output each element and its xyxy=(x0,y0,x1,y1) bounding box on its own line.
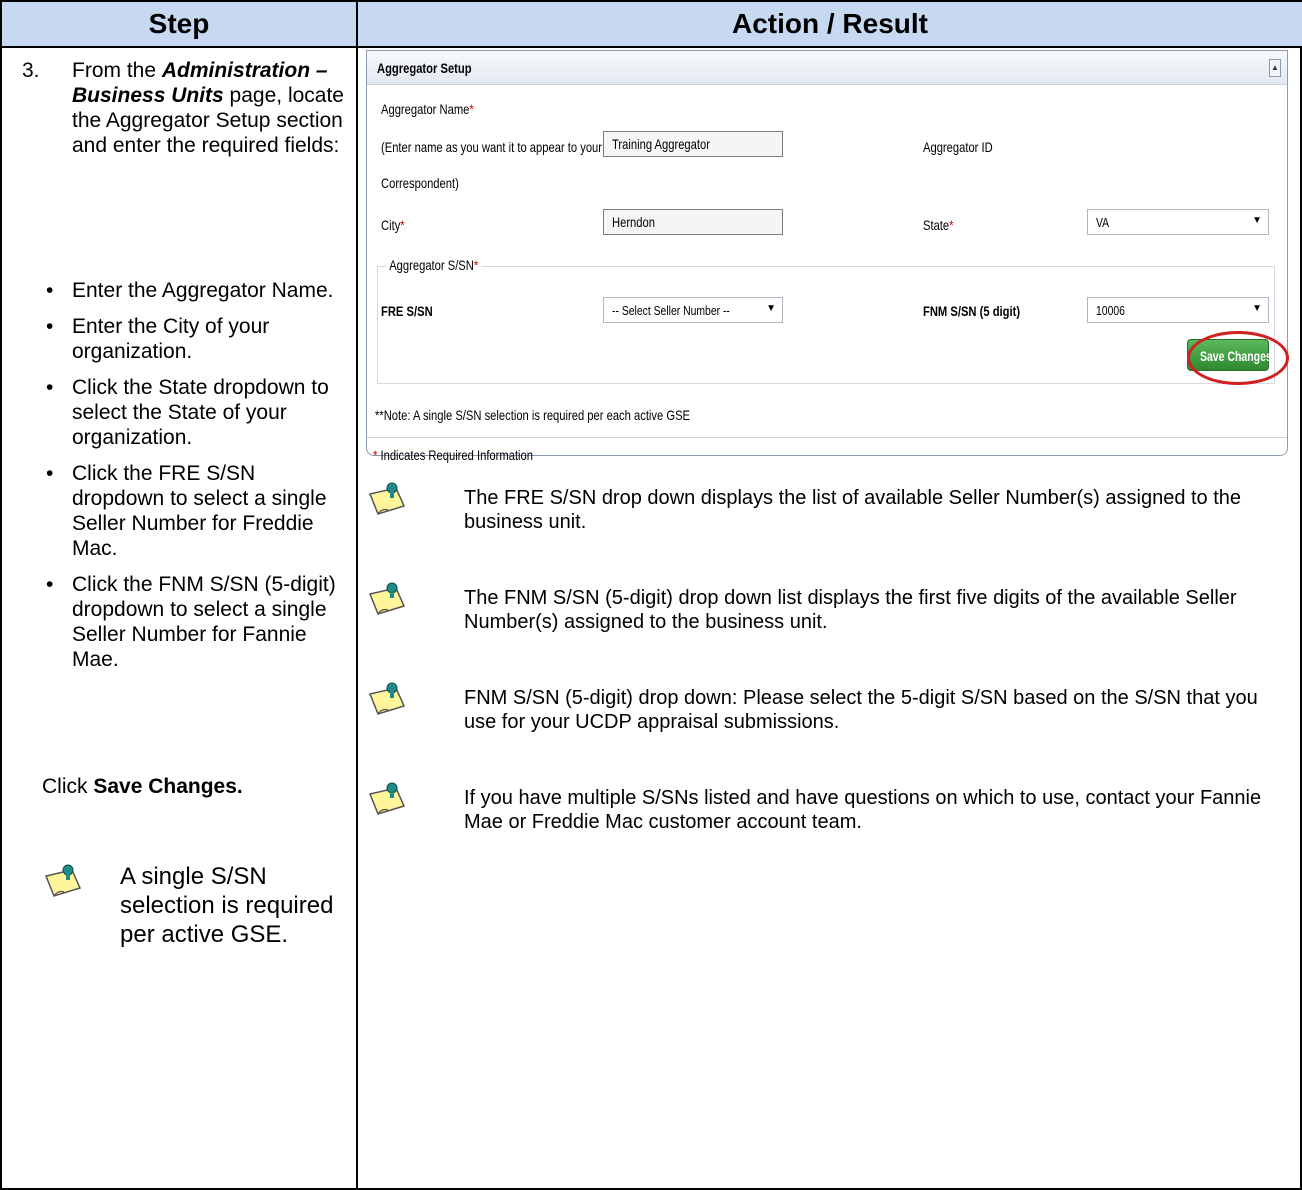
fre-ssn-select[interactable]: -- Select Seller Number -- ▼ xyxy=(603,297,783,323)
aggregator-name-hint-2: Correspondent) xyxy=(381,175,459,191)
column-divider xyxy=(356,2,358,1190)
panel-divider xyxy=(367,437,1287,438)
required-asterisk: * xyxy=(373,447,378,463)
state-label: State* xyxy=(923,217,954,233)
note-item: FNM S/SN (5-digit) drop down: Please sel… xyxy=(366,680,1286,780)
click-prefix: Click xyxy=(42,775,94,798)
aggregator-name-hint: (Enter name as you want it to appear to … xyxy=(381,139,603,155)
list-item: • Click the FRE S/SN dropdown to select a… xyxy=(46,462,327,560)
select-value: -- Select Seller Number -- xyxy=(612,303,730,318)
aggregator-name-input[interactable]: Training Aggregator xyxy=(603,131,783,157)
required-info-note: * Indicates Required Information xyxy=(373,447,533,463)
select-value: VA xyxy=(1096,215,1110,230)
header-action: Action / Result xyxy=(731,8,928,39)
city-label: City* xyxy=(381,217,405,233)
input-value: Training Aggregator xyxy=(612,136,710,152)
note-text: FNM S/SN (5-digit) drop down: Please sel… xyxy=(464,687,1258,733)
label-text: Aggregator S/SN xyxy=(389,257,474,273)
fre-ssn-label: FRE S/SN xyxy=(381,303,433,319)
note-item: The FNM S/SN (5-digit) drop down list di… xyxy=(366,580,1286,680)
aggregator-setup-screenshot: Aggregator Setup ▲ Aggregator Name* (Ent… xyxy=(366,50,1288,463)
list-item: • Click the FNM S/SN (5-digit) dropdown t… xyxy=(46,573,336,671)
panel-title-bar: Aggregator Setup ▲ xyxy=(367,51,1287,85)
select-value: 10006 xyxy=(1096,303,1125,318)
note-item: The FRE S/SN drop down displays the list… xyxy=(366,480,1286,580)
label-text: Indicates Required Information xyxy=(380,447,534,463)
highlight-circle xyxy=(1187,331,1289,385)
step-bullets: • Enter the Aggregator Name. • Enter the C… xyxy=(2,278,356,683)
note-icon xyxy=(368,482,406,515)
click-save-label: Save Changes. xyxy=(93,775,243,798)
chevron-down-icon: ▼ xyxy=(1252,215,1262,226)
bullet-text: Enter the City of your organization. xyxy=(72,315,270,363)
ssn-note: **Note: A single S/SN selection is requi… xyxy=(375,407,691,423)
label-text: City xyxy=(381,217,401,233)
step-number: 3. xyxy=(22,59,40,82)
bullet-text: Click the FRE S/SN dropdown to select a … xyxy=(72,462,327,560)
chevron-down-icon: ▼ xyxy=(766,303,776,314)
note-text: If you have multiple S/SNs listed and ha… xyxy=(464,787,1262,833)
required-asterisk: * xyxy=(473,257,479,273)
note-icon xyxy=(368,782,406,815)
header-step: Step xyxy=(148,8,210,39)
aggregator-name-label: Aggregator Name* xyxy=(381,101,474,117)
aggregator-id-label: Aggregator ID xyxy=(923,139,993,155)
note-icon xyxy=(368,682,406,715)
note-text: The FNM S/SN (5-digit) drop down list di… xyxy=(464,587,1237,633)
required-asterisk: * xyxy=(949,217,954,233)
list-item: • Enter the City of your organization. xyxy=(46,315,270,363)
label-text: State xyxy=(923,217,950,233)
list-item: • Enter the Aggregator Name. xyxy=(46,279,334,302)
panel-title: Aggregator Setup xyxy=(377,60,472,76)
note-text: A single S/SN selection is required per … xyxy=(120,863,334,948)
required-asterisk: * xyxy=(400,217,405,233)
collapse-up-icon[interactable]: ▲ xyxy=(1269,59,1281,77)
state-select[interactable]: VA ▼ xyxy=(1087,209,1269,235)
list-item: • Click the State dropdown to select the … xyxy=(46,376,329,449)
notes-list: The FRE S/SN drop down displays the list… xyxy=(366,480,1286,880)
fnm-ssn-label: FNM S/SN (5 digit) xyxy=(923,303,1021,319)
bullet-text: Click the FNM S/SN (5-digit) dropdown to… xyxy=(72,573,336,671)
input-value: Herndon xyxy=(612,214,655,230)
note-item: If you have multiple S/SNs listed and ha… xyxy=(366,780,1286,880)
bullet-text: Enter the Aggregator Name. xyxy=(72,279,334,302)
bullet-text: Click the State dropdown to select the S… xyxy=(72,376,329,449)
label-text: Aggregator Name xyxy=(381,101,470,117)
aggregator-ssn-group: Aggregator S/SN* xyxy=(377,257,1275,384)
note-text: The FRE S/SN drop down displays the list… xyxy=(464,487,1242,533)
table-header: Step Action / Result xyxy=(2,2,1302,48)
ssn-legend: Aggregator S/SN* xyxy=(386,257,482,273)
required-asterisk: * xyxy=(469,101,474,117)
click-save-instruction: Click Save Changes. xyxy=(42,774,243,799)
fnm-ssn-select[interactable]: 10006 ▼ xyxy=(1087,297,1269,323)
step-intro: From the Administration – Business Units… xyxy=(72,58,348,158)
intro-prefix: From the xyxy=(72,59,162,82)
note-icon xyxy=(368,582,406,615)
city-input[interactable]: Herndon xyxy=(603,209,783,235)
note-icon xyxy=(44,864,82,897)
chevron-down-icon: ▼ xyxy=(1252,303,1262,314)
